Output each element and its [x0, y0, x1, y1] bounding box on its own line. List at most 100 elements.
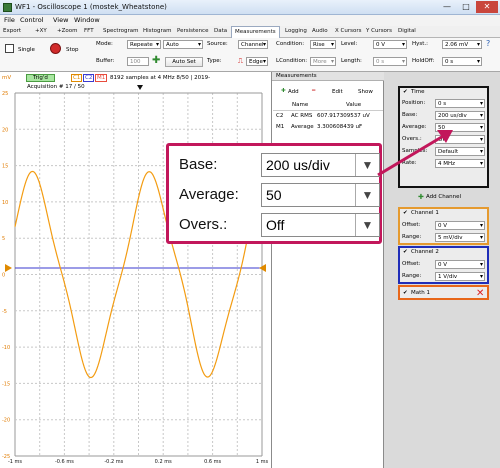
measurements-title: Measurements: [276, 73, 317, 79]
average-label: Average:: [402, 124, 427, 130]
length-label: Length:: [341, 58, 362, 64]
overs-select[interactable]: Off: [435, 135, 485, 144]
minimize-button[interactable]: —: [438, 1, 456, 13]
scope-plot-svg[interactable]: 2520151050-5-10-15-20-25 -1 ms -0.6 ms -0.…: [0, 72, 272, 468]
menu-control[interactable]: Control: [20, 16, 44, 24]
tab-digital[interactable]: Digital: [398, 28, 416, 34]
holdoff-select[interactable]: 0 s: [442, 57, 482, 66]
y-tick-label: 0: [2, 273, 5, 279]
tab-x-cursors[interactable]: X Cursors: [335, 28, 361, 34]
single-button[interactable]: Single: [18, 47, 35, 53]
ch2-offset-label: Offset:: [402, 261, 421, 267]
edge-icon: ⎍: [238, 57, 243, 65]
channel-2-box: ✔ Channel 2 Offset: 0 V Range: 1 V/div: [398, 246, 489, 284]
show-button[interactable]: Show: [358, 89, 373, 95]
edit-button[interactable]: Edit: [332, 89, 343, 95]
column-value-header: Value: [346, 102, 362, 108]
plus-icon[interactable]: ✚: [152, 55, 160, 66]
mode-select[interactable]: Repeate: [127, 40, 161, 49]
samples-label: Samples:: [402, 148, 428, 154]
maximize-button[interactable]: □: [457, 1, 475, 13]
time-check-icon[interactable]: ✔: [403, 89, 408, 95]
stop-icon: [50, 43, 61, 54]
tab-zoom[interactable]: +Zoom: [57, 28, 77, 34]
c1-offset-marker: [5, 264, 12, 272]
zoom-overs-label: Overs.:: [179, 216, 228, 233]
type-label: Type:: [207, 58, 222, 64]
menu-view[interactable]: View: [53, 16, 68, 24]
zoom-base-label: Base:: [179, 156, 218, 173]
title-bar: WF1 - Oscilloscope 1 (mostek_Wheatstone)…: [0, 0, 500, 15]
tab-export[interactable]: Export: [3, 28, 21, 34]
zoom-average-select[interactable]: 50 ▼: [261, 183, 380, 207]
hyst-label: Hyst.:: [412, 41, 429, 47]
tab-measurements[interactable]: Measurements: [231, 26, 280, 38]
tab-logging[interactable]: Logging: [285, 28, 307, 34]
tab-spectrogram[interactable]: Spectrogram: [103, 28, 139, 34]
channel-1-box: ✔ Channel 1 Offset: 0 V Range: 5 mV/div: [398, 207, 489, 245]
source-select[interactable]: Channel: [238, 40, 268, 49]
ch2-offset-select[interactable]: 0 V: [435, 260, 485, 269]
row-2-channel: M1: [276, 124, 285, 130]
length-select[interactable]: 0 s: [373, 57, 407, 66]
y-tick-label: 5: [2, 236, 5, 242]
type-select[interactable]: Edge: [246, 57, 268, 66]
single-icon: [5, 44, 14, 53]
zoom-overs-select[interactable]: Off ▼: [261, 213, 380, 237]
rate-select[interactable]: 4 MHz: [435, 159, 485, 168]
condition-label: Condition:: [276, 41, 305, 47]
holdoff-label: HoldOff:: [412, 58, 435, 64]
row-2-value: 3.300608439 uF: [317, 124, 363, 130]
remove-math-icon[interactable]: ✕: [476, 288, 484, 299]
tab-fft[interactable]: FFT: [84, 28, 94, 34]
buffer-label: Buffer:: [96, 58, 115, 64]
channel-1-check-icon[interactable]: ✔: [403, 210, 408, 216]
source-label: Source:: [207, 41, 228, 47]
column-name-header: Name: [292, 102, 309, 108]
ch1-range-select[interactable]: 5 mV/div: [435, 233, 485, 242]
channel-1-title: Channel 1: [411, 210, 439, 216]
samples-select[interactable]: Default: [435, 147, 485, 156]
ch1-offset-select[interactable]: 0 V: [435, 221, 485, 230]
menu-file[interactable]: File: [4, 16, 15, 24]
control-ribbon: Single Stop Mode: Repeate Auto Buffer: 1…: [0, 38, 500, 72]
y-tick-label: 20: [2, 127, 8, 133]
tab-xy[interactable]: +XY: [35, 28, 47, 34]
stop-button[interactable]: Stop: [66, 47, 79, 53]
condition-select[interactable]: Rise: [310, 40, 336, 49]
tab-histogram[interactable]: Histogram: [143, 28, 172, 34]
time-settings-box: ✔ Time Position: 0 s Base: 200 us/div Av…: [398, 86, 489, 188]
hyst-select[interactable]: 2.06 mV: [442, 40, 482, 49]
add-measurement-button[interactable]: Add: [288, 89, 299, 95]
base-select[interactable]: 200 us/div: [435, 111, 485, 120]
mode-label: Mode:: [96, 41, 113, 47]
math-1-check-icon[interactable]: ✔: [403, 290, 408, 296]
chevron-down-icon[interactable]: ▼: [355, 154, 379, 176]
chevron-down-icon[interactable]: ▼: [355, 184, 379, 206]
remove-icon[interactable]: ━: [312, 88, 315, 94]
level-select[interactable]: 0 V: [373, 40, 407, 49]
window-title: WF1 - Oscilloscope 1 (mostek_Wheatstone): [15, 3, 167, 11]
zoom-base-select[interactable]: 200 us/div ▼: [261, 153, 380, 177]
lcondition-select[interactable]: More: [310, 57, 336, 66]
rate-label: Rate:: [402, 160, 417, 166]
buffer-input[interactable]: 100: [127, 57, 149, 66]
menu-window[interactable]: Window: [74, 16, 100, 24]
tab-audio[interactable]: Audio: [312, 28, 328, 34]
auto-mode-select[interactable]: Auto: [163, 40, 203, 49]
y-tick-label: -20: [2, 418, 10, 424]
average-select[interactable]: 50: [435, 123, 485, 132]
tab-persistence[interactable]: Persistence: [177, 28, 208, 34]
add-channel-button[interactable]: Add Channel: [426, 194, 461, 200]
chevron-down-icon[interactable]: ▼: [355, 214, 379, 236]
y-tick-labels: 2520151050-5-10-15-20-25: [2, 91, 10, 460]
tab-y-cursors[interactable]: Y Cursors: [366, 28, 392, 34]
ch2-range-select[interactable]: 1 V/div: [435, 272, 485, 281]
channel-2-check-icon[interactable]: ✔: [403, 249, 408, 255]
zoom-callout: Base: 200 us/div ▼ Average: 50 ▼ Overs.: O…: [166, 143, 382, 244]
close-button[interactable]: ✕: [476, 1, 498, 13]
auto-set-button[interactable]: Auto Set: [165, 57, 203, 67]
tab-data[interactable]: Data: [214, 28, 227, 34]
help-icon[interactable]: ?: [486, 39, 490, 48]
position-select[interactable]: 0 s: [435, 99, 485, 108]
